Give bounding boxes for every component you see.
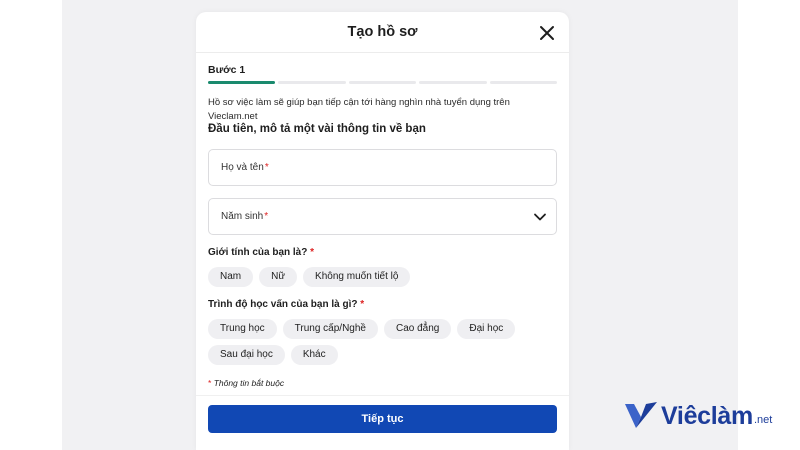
required-mark: * [264, 162, 269, 173]
birth-year-placeholder: Năm sinh [221, 211, 264, 222]
background-right [738, 0, 800, 450]
modal-title: Tạo hồ sơ [347, 24, 418, 40]
required-note-text: Thông tin bắt buộc [213, 378, 285, 388]
full-name-placeholder: Họ và tên [221, 162, 264, 173]
gender-option-undisclosed[interactable]: Không muốn tiết lộ [303, 267, 411, 287]
progress-segment [208, 81, 276, 84]
gender-option-male[interactable]: Nam [208, 267, 254, 287]
education-option-high-school[interactable]: Trung học [208, 319, 277, 339]
education-option-postgraduate[interactable]: Sau đại học [208, 345, 285, 365]
birth-year-select[interactable]: Năm sinh * [208, 198, 557, 235]
required-mark: * [208, 378, 212, 388]
progress-segment [489, 81, 558, 84]
gender-label: Giới tính của bạn là? [208, 247, 308, 258]
gender-question: Giới tính của bạn là? * [208, 246, 557, 260]
progress-segment [419, 81, 487, 84]
education-option-vocational[interactable]: Trung cấp/Nghề [282, 319, 378, 339]
brand-name: Viêclàm [661, 401, 753, 430]
education-option-other[interactable]: Khác [290, 345, 338, 365]
step-label: Bước 1 [208, 64, 246, 76]
progress-segment [348, 81, 417, 84]
education-options-row2: Sau đại học Khác [208, 345, 557, 365]
modal-header: Tạo hồ sơ [196, 12, 569, 53]
intro-text: Hồ sơ việc làm sẽ giúp bạn tiếp cận tới … [208, 97, 510, 122]
continue-button[interactable]: Tiếp tục [208, 405, 557, 433]
education-question: Trình độ học vấn của bạn là gì? * [208, 298, 557, 312]
brand-logo: Viêclàm .net [624, 401, 772, 431]
modal-body: Bước 1 Hồ sơ việc làm sẽ giúp bạn tiếp c… [196, 64, 569, 388]
close-icon [540, 26, 554, 40]
education-option-college[interactable]: Cao đẳng [384, 319, 452, 339]
footer-divider [196, 395, 569, 396]
education-label: Trình độ học vấn của bạn là gì? [208, 299, 358, 310]
gender-options: Nam Nữ Không muốn tiết lộ [208, 267, 557, 287]
education-options: Trung học Trung cấp/Nghề Cao đẳng Đại họ… [208, 319, 557, 339]
gender-option-female[interactable]: Nữ [259, 267, 298, 287]
required-note: * Thông tin bắt buộc [208, 378, 557, 388]
close-button[interactable] [537, 23, 557, 43]
brand-suffix: .net [753, 414, 773, 426]
progress-segment [278, 81, 346, 84]
required-mark: * [360, 299, 365, 310]
chevron-down-icon [534, 213, 546, 221]
create-profile-modal: Tạo hồ sơ Bước 1 Hồ sơ việc làm sẽ giúp … [196, 12, 569, 450]
background-left [0, 0, 62, 450]
education-option-university[interactable]: Đại học [457, 319, 516, 339]
required-mark: * [264, 211, 269, 222]
full-name-field[interactable]: Họ và tên * [208, 149, 557, 186]
section-title: Đầu tiên, mô tả một vài thông tin về bạn [208, 123, 426, 135]
step-progress [208, 81, 558, 84]
required-mark: * [310, 247, 315, 258]
logo-icon [625, 402, 657, 428]
